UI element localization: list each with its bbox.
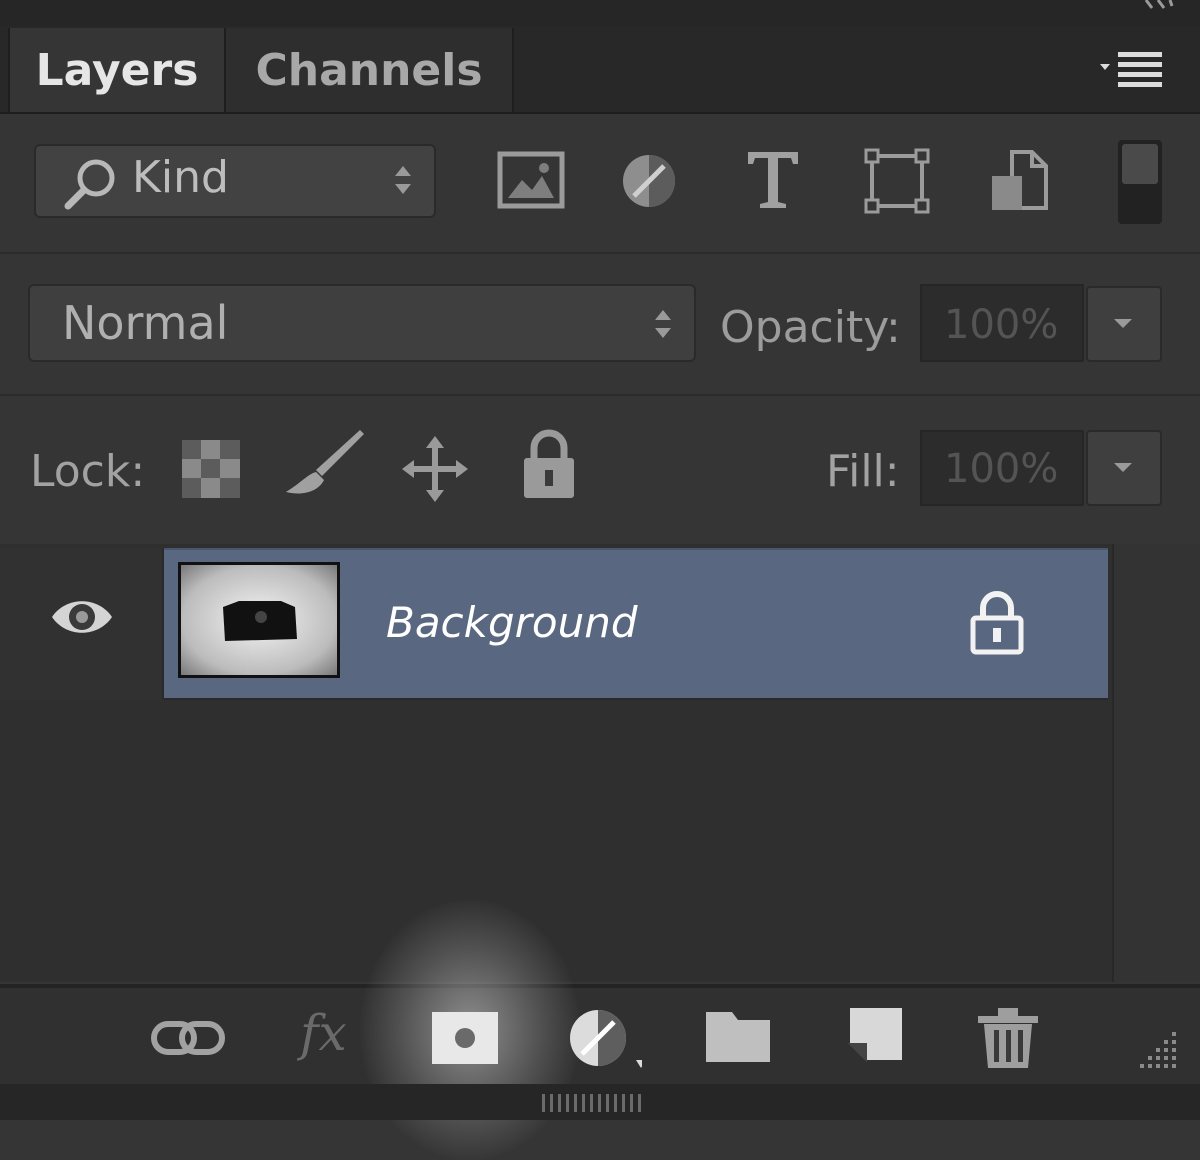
adjustment-layer-icon[interactable] <box>562 1004 642 1074</box>
scrollbar[interactable] <box>1112 544 1200 982</box>
layer-thumbnail[interactable] <box>178 562 340 678</box>
chevron-down-icon <box>1114 319 1132 328</box>
chevron-updown-icon <box>655 310 671 338</box>
collapse-panel-icon[interactable] <box>1142 0 1176 12</box>
layer-name[interactable]: Background <box>386 598 638 647</box>
link-layers-icon[interactable] <box>150 1004 230 1074</box>
lock-label: Lock: <box>30 446 146 497</box>
new-group-icon[interactable] <box>702 1004 782 1074</box>
opacity-label: Opacity: <box>720 302 901 353</box>
divider <box>0 394 1200 396</box>
filter-kind-label: Kind <box>132 152 229 203</box>
tab-layers[interactable]: Layers <box>8 28 226 112</box>
lock-position-icon[interactable] <box>398 432 472 506</box>
type-filter-icon[interactable] <box>738 144 808 214</box>
fill-value: 100% <box>944 446 1059 492</box>
eye-icon[interactable] <box>48 592 116 642</box>
resize-grip-icon[interactable] <box>1136 1026 1180 1070</box>
panel-top-strip <box>0 0 1200 26</box>
tab-channels[interactable]: Channels <box>226 28 514 112</box>
add-mask-icon[interactable] <box>428 1004 508 1074</box>
divider <box>0 252 1200 254</box>
smart-object-filter-icon[interactable] <box>986 146 1056 216</box>
chevron-down-icon <box>1114 463 1132 472</box>
chevron-updown-icon <box>395 166 411 194</box>
shape-filter-icon[interactable] <box>862 146 932 216</box>
lock-all-icon[interactable] <box>520 428 578 500</box>
search-icon <box>64 159 115 210</box>
adjustment-filter-icon[interactable] <box>614 146 684 216</box>
fill-label: Fill: <box>826 446 900 497</box>
layer-thumbnail-image <box>181 565 337 675</box>
new-layer-icon[interactable] <box>840 1004 920 1074</box>
image-filter-icon[interactable] <box>496 146 566 216</box>
lock-transparent-pixels-icon[interactable] <box>182 440 240 498</box>
delete-layer-icon[interactable] <box>972 1004 1052 1074</box>
panel-menu-icon[interactable] <box>1096 48 1166 92</box>
drag-handle-icon[interactable] <box>538 1092 648 1114</box>
lock-image-pixels-icon[interactable] <box>282 430 368 500</box>
fx-icon[interactable]: fx <box>300 1004 347 1062</box>
filter-toggle-knob <box>1122 144 1158 184</box>
layer-lock-icon <box>970 591 1024 655</box>
opacity-value: 100% <box>944 302 1059 348</box>
blend-mode-value: Normal <box>62 296 229 350</box>
